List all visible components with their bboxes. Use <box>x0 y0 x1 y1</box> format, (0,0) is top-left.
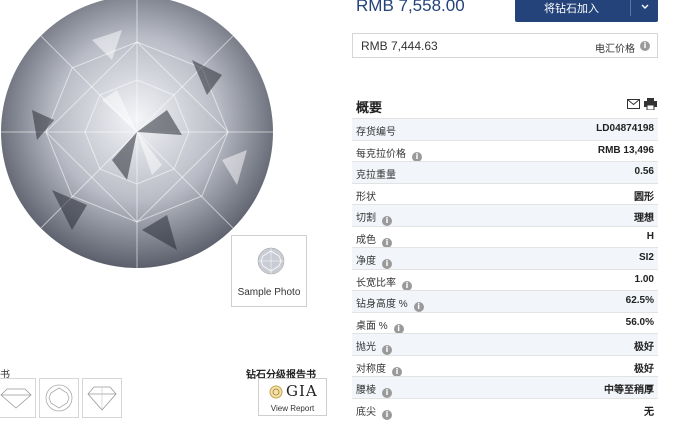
table-row: 抛光 i 极好 <box>352 333 658 355</box>
sample-photo-caption: Sample Photo <box>237 287 301 298</box>
info-icon[interactable]: i <box>392 366 402 377</box>
table-row: 净度 i SI2 <box>352 247 658 269</box>
row-label-text: 形状 <box>356 191 376 203</box>
row-value: 0.56 <box>634 166 654 177</box>
wire-price-label: 电汇价格 <box>595 44 635 55</box>
diamond-profile-icon <box>87 386 117 411</box>
row-label-text: 存货编号 <box>356 127 396 138</box>
row-label-text: 成色 <box>356 234 376 246</box>
row-label: 钻身高度 % i <box>356 295 424 312</box>
table-row: 每克拉价格 i RMB 13,496 <box>352 139 658 162</box>
row-value: SI2 <box>638 252 654 263</box>
diamond-side-icon <box>0 388 32 409</box>
row-label-text: 对称度 <box>356 363 386 375</box>
row-label: 切割 i <box>356 209 392 226</box>
thumbnail-profile-view[interactable] <box>82 378 122 418</box>
row-value: 圆形 <box>634 191 654 203</box>
info-icon[interactable]: i <box>382 259 392 269</box>
table-row: 存货编号 LD04874198 <box>352 118 658 140</box>
info-icon[interactable]: i <box>412 151 422 162</box>
thumbnail-side-view[interactable] <box>0 378 36 418</box>
row-label-text: 切割 <box>356 213 376 224</box>
row-value: 56.0% <box>625 316 654 328</box>
info-icon[interactable]: i <box>393 323 404 334</box>
gia-view-report-button[interactable]: GIA View Report <box>258 378 327 416</box>
wire-price-value: RMB 7,444.63 <box>361 39 438 53</box>
overview-actions <box>627 98 657 110</box>
row-label-text: 钻身高度 % <box>356 299 408 310</box>
row-label: 腰棱 i <box>356 381 392 398</box>
add-diamond-button[interactable]: 将钻石加入 <box>515 0 658 22</box>
row-value: 理想 <box>634 213 654 224</box>
row-label-text: 净度 <box>356 256 376 267</box>
sample-photo-card[interactable]: Sample Photo <box>231 235 307 307</box>
row-label: 克拉重量 <box>356 166 396 181</box>
row-value: 极好 <box>634 342 654 353</box>
info-icon[interactable]: i <box>402 280 412 291</box>
row-value: 中等至稍厚 <box>604 385 654 396</box>
info-icon[interactable]: i <box>382 237 392 248</box>
row-label: 存货编号 <box>356 123 396 138</box>
row-value: H <box>646 230 654 242</box>
row-label: 对称度 i <box>356 360 402 377</box>
info-icon[interactable]: i <box>382 388 392 398</box>
info-icon[interactable]: i <box>382 345 392 355</box>
row-label-text: 抛光 <box>356 342 376 353</box>
row-value: RMB 13,496 <box>597 144 654 156</box>
overview-table: 存货编号 LD04874198 每克拉价格 i RMB 13,496 克拉重量 0.56 形状… <box>352 118 658 420</box>
diamond-thumbnail-icon <box>257 247 285 275</box>
table-row: 切割 i 理想 <box>352 204 658 226</box>
diamond-image <box>0 0 282 270</box>
row-label: 抛光 i <box>356 338 392 355</box>
table-row: 桌面 % i 56.0% <box>352 311 658 334</box>
info-icon[interactable]: i <box>413 302 424 312</box>
row-value: 62.5% <box>625 295 654 306</box>
row-label: 长宽比率 i <box>356 274 412 291</box>
info-icon[interactable]: i <box>382 216 392 226</box>
info-icon[interactable]: i <box>640 41 650 51</box>
table-row: 长宽比率 i 1.00 <box>352 268 658 291</box>
row-value: 无 <box>644 406 654 418</box>
add-diamond-label: 将钻石加入 <box>544 3 599 15</box>
view-thumbnails <box>0 378 122 418</box>
table-row: 底尖 i 无 <box>352 397 658 420</box>
row-label-text: 底尖 <box>356 406 376 418</box>
row-label: 底尖 i <box>356 403 392 420</box>
gia-logo-text: GIA <box>286 382 318 400</box>
row-label: 成色 i <box>356 231 392 248</box>
diamond-top-icon <box>45 384 73 412</box>
table-row: 成色 i H <box>352 225 658 248</box>
gia-seal-icon <box>269 385 283 399</box>
row-label: 形状 <box>356 188 376 203</box>
email-icon[interactable] <box>627 99 640 109</box>
row-label: 桌面 % i <box>356 317 404 334</box>
table-row: 克拉重量 0.56 <box>352 161 658 183</box>
price-main: RMB 7,558.00 <box>356 0 465 15</box>
chevron-down-icon[interactable] <box>631 0 658 16</box>
row-label-text: 腰棱 <box>356 385 376 396</box>
overview-title: 概要 <box>356 100 383 115</box>
print-icon[interactable] <box>644 98 657 110</box>
row-label: 净度 i <box>356 252 392 269</box>
row-value: 极好 <box>634 363 654 375</box>
row-value: 1.00 <box>634 273 654 285</box>
view-report-link[interactable]: View Report <box>259 404 326 413</box>
row-label-text: 长宽比率 <box>356 277 396 289</box>
wire-transfer-price: RMB 7,444.63 电汇价格 i <box>352 33 658 58</box>
row-label: 每克拉价格 i <box>356 145 422 162</box>
row-label-text: 克拉重量 <box>356 170 396 181</box>
thumbnail-top-view[interactable] <box>39 378 79 418</box>
table-row: 形状 圆形 <box>352 182 658 205</box>
table-row: 对称度 i 极好 <box>352 354 658 377</box>
row-label-text: 桌面 % <box>356 320 388 332</box>
row-value: LD04874198 <box>596 123 654 134</box>
row-label-text: 每克拉价格 <box>356 148 406 160</box>
table-row: 腰棱 i 中等至稍厚 <box>352 376 658 398</box>
info-icon[interactable]: i <box>382 409 392 420</box>
table-row: 钻身高度 % i 62.5% <box>352 290 658 312</box>
